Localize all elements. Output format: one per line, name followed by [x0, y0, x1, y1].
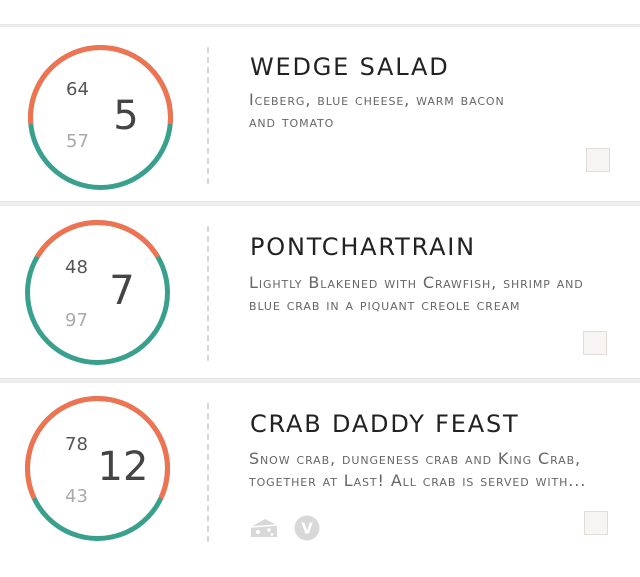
select-checkbox[interactable] — [583, 331, 607, 355]
gauge-top-value: 78 — [65, 434, 88, 455]
select-checkbox[interactable] — [586, 148, 610, 172]
cheese-icon — [249, 515, 278, 541]
select-checkbox[interactable] — [584, 511, 608, 535]
item-title: CRAB DADDY FEAST — [250, 410, 520, 438]
gauge-bottom-value: 57 — [66, 131, 89, 152]
gauge-top-value: 48 — [65, 257, 88, 278]
calorie-gauge: 48 97 7 — [25, 220, 170, 365]
gauge-arc-top — [28, 45, 173, 125]
menu-item-card[interactable]: 64 57 5 WEDGE SALAD Iceberg, blue cheese… — [0, 26, 640, 202]
calorie-gauge: 64 57 5 — [28, 45, 173, 190]
gauge-main-value: 12 — [97, 444, 149, 490]
divider — [207, 226, 209, 361]
divider — [207, 47, 209, 184]
item-description: Iceberg, blue cheese, warm bacon and tom… — [249, 90, 505, 131]
gauge-main-value: 5 — [113, 93, 139, 139]
gauge-arc-top — [35, 220, 160, 259]
menu-item-card[interactable]: 48 97 7 PONTCHARTRAIN Lightly Blakened w… — [0, 205, 640, 379]
gauge-ring — [25, 220, 170, 365]
divider — [207, 403, 209, 542]
gauge-bottom-value: 97 — [65, 310, 88, 331]
description-line: together at Last! All crab is served wit… — [249, 471, 587, 490]
previous-item-edge — [0, 0, 640, 25]
menu-item-card[interactable]: 78 43 12 CRAB DADDY FEAST Snow crab, dun… — [0, 382, 640, 577]
item-title: WEDGE SALAD — [250, 53, 450, 81]
gauge-ring — [28, 45, 173, 190]
description-line: Snow crab, dungeness crab and King Crab, — [249, 449, 582, 468]
gauge-bottom-value: 43 — [65, 486, 88, 507]
gauge-top-value: 64 — [66, 79, 89, 100]
gauge-main-value: 7 — [109, 268, 135, 314]
vegetarian-v-icon: V — [294, 515, 320, 541]
vegetarian-letter: V — [301, 520, 313, 538]
item-description: Snow crab, dungeness crab and King Crab,… — [249, 448, 617, 492]
item-description: Lightly Blakened with Crawfish, shrimp a… — [249, 273, 584, 314]
calorie-gauge: 78 43 12 — [25, 396, 170, 541]
item-title: PONTCHARTRAIN — [250, 233, 476, 261]
